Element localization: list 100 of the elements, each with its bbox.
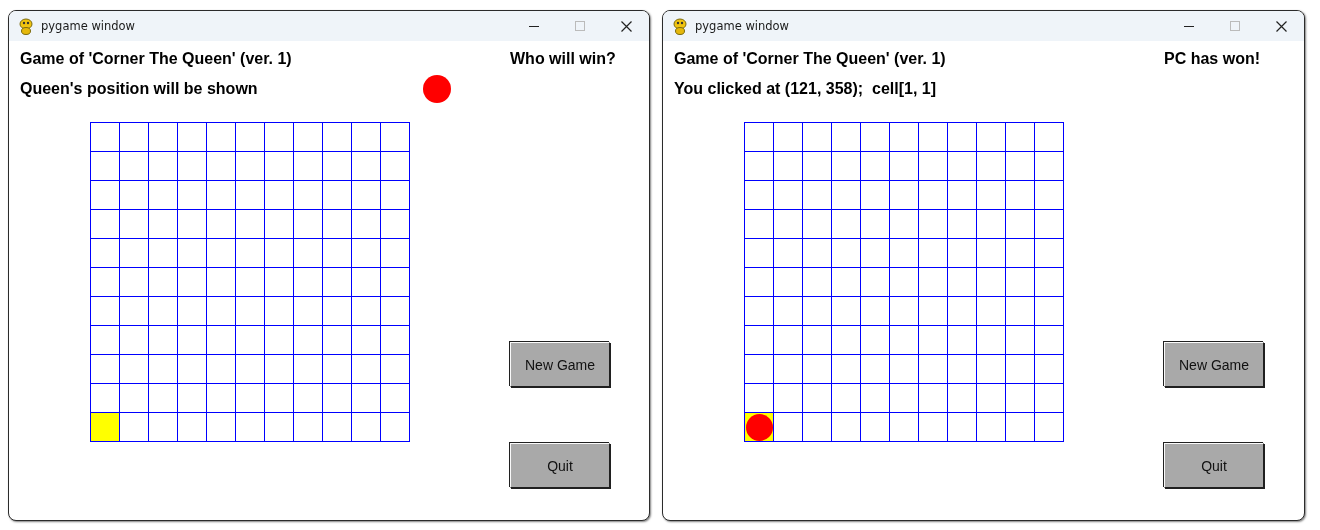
board-cell[interactable]: [294, 326, 323, 355]
board-cell[interactable]: [265, 384, 294, 413]
board-cell[interactable]: [1035, 210, 1064, 239]
board-cell[interactable]: [149, 152, 178, 181]
board-cell[interactable]: [294, 210, 323, 239]
board-cell[interactable]: [1006, 210, 1035, 239]
quit-button[interactable]: Quit: [1164, 443, 1264, 488]
board-cell[interactable]: [774, 297, 803, 326]
board-cell[interactable]: [236, 413, 265, 442]
board-cell[interactable]: [178, 384, 207, 413]
board-cell[interactable]: [948, 239, 977, 268]
board-cell[interactable]: [890, 123, 919, 152]
board-cell[interactable]: [977, 181, 1006, 210]
board-cell[interactable]: [774, 210, 803, 239]
board-cell[interactable]: [890, 181, 919, 210]
board-cell[interactable]: [352, 326, 381, 355]
board-cell[interactable]: [1035, 181, 1064, 210]
board-cell[interactable]: [352, 355, 381, 384]
board-cell[interactable]: [149, 326, 178, 355]
board-cell[interactable]: [265, 152, 294, 181]
board-cell[interactable]: [236, 297, 265, 326]
board-cell[interactable]: [832, 239, 861, 268]
board-cell[interactable]: [803, 181, 832, 210]
board-cell[interactable]: [236, 268, 265, 297]
board-cell[interactable]: [890, 239, 919, 268]
board-cell[interactable]: [323, 239, 352, 268]
board-cell[interactable]: [207, 239, 236, 268]
board-cell[interactable]: [832, 152, 861, 181]
board-cell[interactable]: [919, 181, 948, 210]
board-cell[interactable]: [294, 181, 323, 210]
board-cell[interactable]: [91, 326, 120, 355]
board-cell[interactable]: [948, 210, 977, 239]
board-cell[interactable]: [977, 297, 1006, 326]
board-cell[interactable]: [207, 355, 236, 384]
board-cell[interactable]: [948, 123, 977, 152]
board-cell[interactable]: [352, 268, 381, 297]
board-cell[interactable]: [381, 355, 410, 384]
board-cell[interactable]: [1035, 355, 1064, 384]
board-cell[interactable]: [1006, 413, 1035, 442]
board-cell[interactable]: [149, 297, 178, 326]
board-cell[interactable]: [149, 413, 178, 442]
board-cell[interactable]: [803, 355, 832, 384]
board-cell[interactable]: [323, 210, 352, 239]
board-cell[interactable]: [120, 152, 149, 181]
board-cell[interactable]: [120, 355, 149, 384]
board-cell[interactable]: [265, 326, 294, 355]
board-cell[interactable]: [91, 210, 120, 239]
board-cell[interactable]: [890, 326, 919, 355]
board-cell[interactable]: [890, 355, 919, 384]
board-cell[interactable]: [207, 268, 236, 297]
board-cell[interactable]: [91, 384, 120, 413]
board-cell[interactable]: [265, 123, 294, 152]
board-cell[interactable]: [745, 268, 774, 297]
board-cell[interactable]: [381, 239, 410, 268]
board-cell[interactable]: [178, 152, 207, 181]
board-cell[interactable]: [861, 413, 890, 442]
board-cell[interactable]: [178, 181, 207, 210]
board-cell[interactable]: [1006, 355, 1035, 384]
board-cell[interactable]: [91, 413, 120, 442]
board-cell[interactable]: [1006, 239, 1035, 268]
board-cell[interactable]: [774, 181, 803, 210]
board-cell[interactable]: [861, 123, 890, 152]
board-cell[interactable]: [1035, 297, 1064, 326]
board-cell[interactable]: [236, 326, 265, 355]
board-cell[interactable]: [977, 355, 1006, 384]
board-cell[interactable]: [91, 181, 120, 210]
board-cell[interactable]: [381, 210, 410, 239]
board-cell[interactable]: [323, 384, 352, 413]
board-cell[interactable]: [178, 326, 207, 355]
board-cell[interactable]: [91, 297, 120, 326]
board-cell[interactable]: [294, 268, 323, 297]
board-cell[interactable]: [948, 355, 977, 384]
board-cell[interactable]: [832, 326, 861, 355]
board-cell[interactable]: [1035, 413, 1064, 442]
board-cell[interactable]: [120, 297, 149, 326]
board-cell[interactable]: [861, 297, 890, 326]
board-cell[interactable]: [236, 123, 265, 152]
board-cell[interactable]: [381, 152, 410, 181]
board-cell[interactable]: [1006, 123, 1035, 152]
board-cell[interactable]: [149, 181, 178, 210]
board-cell[interactable]: [236, 152, 265, 181]
board-cell[interactable]: [265, 268, 294, 297]
board-cell[interactable]: [890, 268, 919, 297]
board-cell[interactable]: [294, 413, 323, 442]
board-cell[interactable]: [207, 384, 236, 413]
board-cell[interactable]: [948, 268, 977, 297]
board-cell[interactable]: [803, 123, 832, 152]
board-cell[interactable]: [861, 181, 890, 210]
board-cell[interactable]: [1006, 181, 1035, 210]
board-cell[interactable]: [178, 355, 207, 384]
board-cell[interactable]: [91, 268, 120, 297]
board-cell[interactable]: [120, 413, 149, 442]
board-cell[interactable]: [977, 326, 1006, 355]
board-cell[interactable]: [91, 123, 120, 152]
board-cell[interactable]: [861, 384, 890, 413]
board-cell[interactable]: [207, 152, 236, 181]
board-cell[interactable]: [774, 326, 803, 355]
board-cell[interactable]: [919, 152, 948, 181]
board-cell[interactable]: [207, 413, 236, 442]
board-cell[interactable]: [919, 239, 948, 268]
